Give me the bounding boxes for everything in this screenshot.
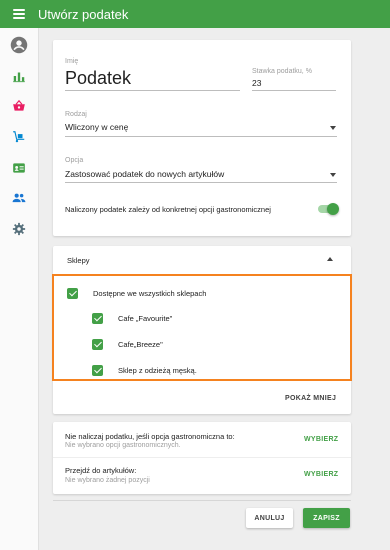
- goto-title: Przejdź do artykułów:: [65, 466, 137, 475]
- toggle-knob: [327, 203, 339, 215]
- toggle-label: Naliczony podatek zależy od konkretnej o…: [65, 205, 271, 214]
- footer-divider: [53, 500, 351, 501]
- save-button[interactable]: ZAPISZ: [303, 508, 350, 528]
- tax-form-card: Imię Podatek Stawka podatku, % 23 Rodzaj…: [53, 40, 351, 236]
- show-less-button[interactable]: POKAŻ MNIEJ: [285, 395, 336, 402]
- type-label: Rodzaj: [65, 111, 87, 118]
- rate-underline: [252, 90, 336, 91]
- store-label-clothing: Sklep z odzieżą męską.: [118, 366, 197, 375]
- gear-icon[interactable]: [8, 218, 30, 240]
- people-icon[interactable]: [8, 187, 30, 209]
- no-tax-select-button[interactable]: WYBIERZ: [304, 436, 338, 443]
- name-underline: [65, 90, 240, 91]
- page-title: Utwórz podatek: [38, 6, 129, 22]
- store-checkbox-breeze[interactable]: [92, 339, 103, 350]
- account-circle-icon[interactable]: [8, 34, 30, 56]
- rate-input[interactable]: 23: [252, 78, 261, 88]
- name-label: Imię: [65, 58, 79, 65]
- store-label-favourite: Cafe „Favourite": [118, 314, 173, 323]
- no-tax-subtitle: Nie wybrano opcji gastronomicznych.: [65, 442, 181, 449]
- id-card-icon[interactable]: [8, 157, 30, 179]
- chevron-up-icon[interactable]: [327, 257, 333, 261]
- option-underline: [65, 182, 337, 183]
- store-label-breeze: Cafe„Breeze": [118, 340, 163, 349]
- option-select[interactable]: Zastosować podatek do nowych artykułów: [65, 169, 224, 179]
- sidebar: [0, 28, 39, 550]
- chevron-down-icon[interactable]: [330, 173, 336, 177]
- option-label: Opcja: [65, 157, 84, 164]
- no-tax-title: Nie naliczaj podatku, jeśli opcja gastro…: [65, 432, 235, 441]
- exclusions-card: Nie naliczaj podatku, jeśli opcja gastro…: [53, 422, 351, 494]
- all-stores-checkbox[interactable]: [67, 288, 78, 299]
- app-bar: Utwórz podatek: [0, 0, 390, 28]
- bar-chart-icon[interactable]: [8, 65, 30, 87]
- stores-selection-list: Dostępne we wszystkich sklepach Cafe „Fa…: [52, 274, 352, 381]
- dolly-icon[interactable]: [8, 126, 30, 148]
- store-checkbox-clothing[interactable]: [92, 365, 103, 376]
- store-checkbox-favourite[interactable]: [92, 313, 103, 324]
- gastronomic-option-toggle[interactable]: [318, 203, 339, 215]
- goto-subtitle: Nie wybrano żadnej pozycji: [65, 477, 150, 484]
- all-stores-label: Dostępne we wszystkich sklepach: [93, 289, 207, 298]
- rate-label: Stawka podatku, %: [252, 68, 312, 75]
- cancel-button[interactable]: ANULUJ: [246, 508, 293, 528]
- goto-select-button[interactable]: WYBIERZ: [304, 471, 338, 478]
- chevron-down-icon[interactable]: [330, 126, 336, 130]
- exclusions-divider: [53, 457, 351, 458]
- stores-section-header[interactable]: Sklepy: [53, 246, 351, 272]
- basket-icon[interactable]: [8, 95, 30, 117]
- stores-title: Sklepy: [67, 256, 90, 265]
- type-select[interactable]: Wliczony w cenę: [65, 122, 128, 132]
- name-input[interactable]: Podatek: [65, 68, 131, 89]
- menu-icon[interactable]: [13, 9, 25, 19]
- type-underline: [65, 136, 337, 137]
